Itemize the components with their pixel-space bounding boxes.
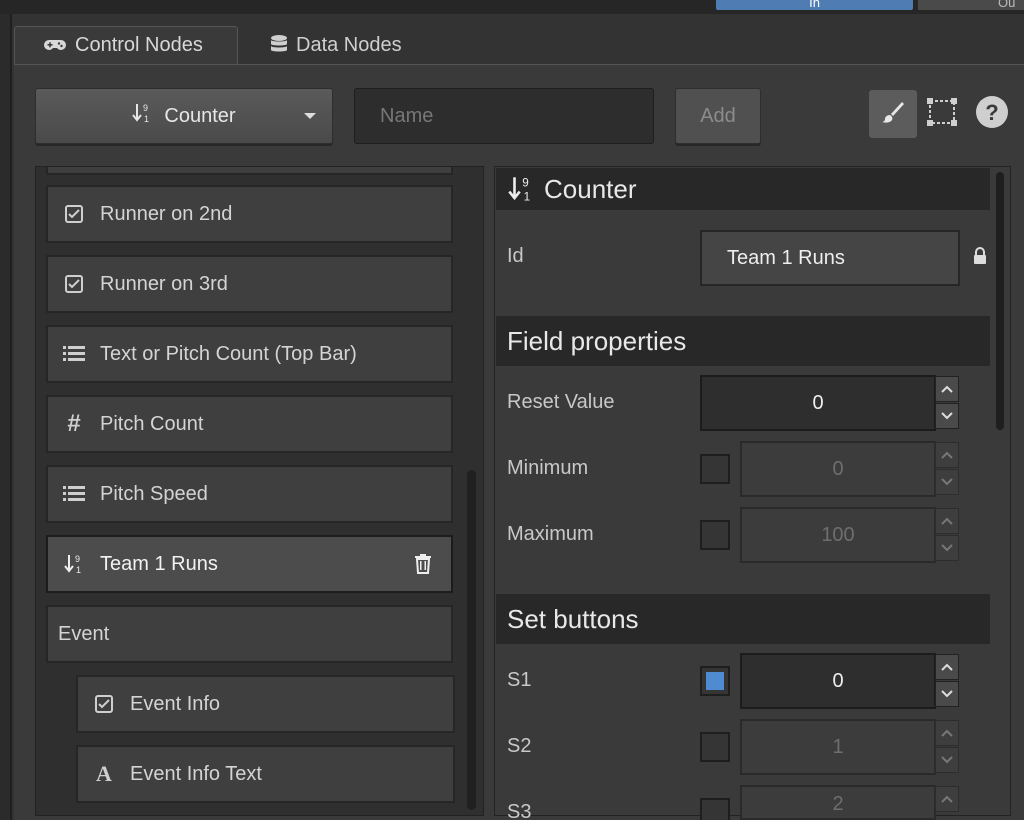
list-item-label: Event xyxy=(58,622,110,645)
top-tab-out[interactable]: Ou xyxy=(918,0,1024,10)
list-scrollbar[interactable] xyxy=(467,470,476,810)
set-button-s3-label: S3 xyxy=(507,801,532,820)
list-item[interactable]: Text or Pitch Count (Top Bar) xyxy=(46,325,453,383)
list-item-label: Text or Pitch Count (Top Bar) xyxy=(100,342,357,365)
list-item[interactable]: # Pitch Count xyxy=(46,395,453,453)
node-type-dropdown[interactable]: 91 Counter xyxy=(35,88,333,144)
list-item[interactable]: Pitch Speed xyxy=(46,465,453,523)
database-icon xyxy=(270,34,288,56)
lock-icon xyxy=(972,247,988,270)
list-item[interactable]: A Event Info Text xyxy=(76,745,455,803)
tab-control-nodes[interactable]: Control Nodes xyxy=(14,26,238,64)
list-icon xyxy=(48,486,100,502)
name-input[interactable] xyxy=(354,88,654,144)
list-item-label: Event Info Text xyxy=(130,762,262,785)
checkbox-icon xyxy=(48,205,100,223)
maximum-down[interactable] xyxy=(935,535,959,561)
tab-control-nodes-label: Control Nodes xyxy=(75,34,203,56)
properties-title-label: Counter xyxy=(544,173,637,204)
tab-data-nodes[interactable]: Data Nodes xyxy=(238,26,422,64)
sort-numeric-icon: 91 xyxy=(48,553,100,575)
list-item-label: Event Info xyxy=(130,692,221,715)
list-item-label: Team 1 Runs xyxy=(100,552,218,575)
svg-text:9: 9 xyxy=(75,554,80,564)
minimum-label: Minimum xyxy=(507,457,589,479)
add-button[interactable]: Add xyxy=(675,88,761,144)
paintbrush-button[interactable] xyxy=(869,90,917,138)
top-tab-in[interactable]: In xyxy=(716,0,913,10)
node-list: Runner on 2nd Runner on 3rd Text or Pitc… xyxy=(35,166,484,816)
set-button-s2-up[interactable] xyxy=(935,720,959,746)
trash-icon[interactable] xyxy=(415,554,431,580)
list-icon xyxy=(48,346,100,362)
list-item[interactable]: Runner on 2nd xyxy=(46,185,453,243)
list-group-event[interactable]: Event xyxy=(46,605,453,663)
list-item-selected[interactable]: 91 Team 1 Runs xyxy=(46,535,453,593)
minimum-up[interactable] xyxy=(935,442,959,468)
sort-numeric-icon: 91 xyxy=(508,174,534,204)
set-button-s2-down[interactable] xyxy=(935,747,959,773)
set-button-s3-checkbox[interactable] xyxy=(700,798,730,820)
list-item-partial[interactable] xyxy=(46,167,453,175)
set-button-s1-down[interactable] xyxy=(935,681,959,707)
help-icon: ? xyxy=(975,95,1009,134)
node-type-label: Counter xyxy=(164,104,236,127)
minimum-checkbox[interactable] xyxy=(700,454,730,484)
maximum-field[interactable]: 100 xyxy=(740,507,936,563)
list-item-label: Pitch Speed xyxy=(100,482,208,505)
reset-value-up[interactable] xyxy=(935,376,959,402)
field-properties-header: Field properties xyxy=(496,316,990,366)
chevron-down-icon xyxy=(304,113,316,119)
set-button-s1-label: S1 xyxy=(507,669,532,691)
set-button-s1-up[interactable] xyxy=(935,654,959,680)
tab-bar: Control Nodes Data Nodes xyxy=(14,26,422,64)
set-button-s2-checkbox[interactable] xyxy=(700,732,730,762)
set-buttons-header: Set buttons xyxy=(496,594,990,644)
gamepad-icon xyxy=(43,38,67,54)
frame-select-button[interactable] xyxy=(918,90,966,138)
maximum-up[interactable] xyxy=(935,508,959,534)
checkbox-icon xyxy=(48,275,100,293)
properties-title: 91 Counter xyxy=(496,168,990,210)
list-item-label: Pitch Count xyxy=(100,412,204,435)
list-item[interactable]: Runner on 3rd xyxy=(46,255,453,313)
checkbox-icon xyxy=(78,695,130,713)
properties-scrollbar[interactable] xyxy=(996,172,1004,430)
maximum-label: Maximum xyxy=(507,523,594,545)
svg-text:1: 1 xyxy=(144,114,149,124)
minimum-down[interactable] xyxy=(935,469,959,495)
set-button-s2-field[interactable]: 1 xyxy=(740,719,936,775)
help-button[interactable]: ? xyxy=(968,90,1016,138)
svg-text:?: ? xyxy=(985,100,998,125)
sort-numeric-icon: 91 xyxy=(132,102,152,130)
set-button-s1-checkbox[interactable] xyxy=(700,666,730,696)
hash-icon: # xyxy=(67,410,81,437)
list-item-label: Runner on 2nd xyxy=(100,202,233,225)
maximum-checkbox[interactable] xyxy=(700,520,730,550)
frame-select-icon xyxy=(926,97,958,132)
id-label: Id xyxy=(507,245,524,267)
set-button-s2-label: S2 xyxy=(507,735,532,757)
text-icon: A xyxy=(96,761,112,786)
list-item-label: Runner on 3rd xyxy=(100,272,228,295)
paintbrush-icon xyxy=(880,99,906,130)
reset-value-label: Reset Value xyxy=(507,391,615,413)
svg-text:9: 9 xyxy=(522,176,529,189)
svg-text:1: 1 xyxy=(76,565,81,575)
list-item[interactable]: Event Info xyxy=(76,675,455,733)
set-button-s3-field[interactable]: 2 xyxy=(740,785,936,820)
svg-text:1: 1 xyxy=(524,191,531,204)
reset-value-down[interactable] xyxy=(935,403,959,429)
id-field[interactable]: Team 1 Runs xyxy=(700,230,960,286)
svg-text:9: 9 xyxy=(143,103,148,113)
set-button-s3-up[interactable] xyxy=(935,786,959,812)
checked-indicator xyxy=(706,672,724,690)
reset-value-field[interactable]: 0 xyxy=(700,375,936,431)
minimum-field[interactable]: 0 xyxy=(740,441,936,497)
set-button-s1-field[interactable]: 0 xyxy=(740,653,936,709)
tab-data-nodes-label: Data Nodes xyxy=(296,33,402,56)
